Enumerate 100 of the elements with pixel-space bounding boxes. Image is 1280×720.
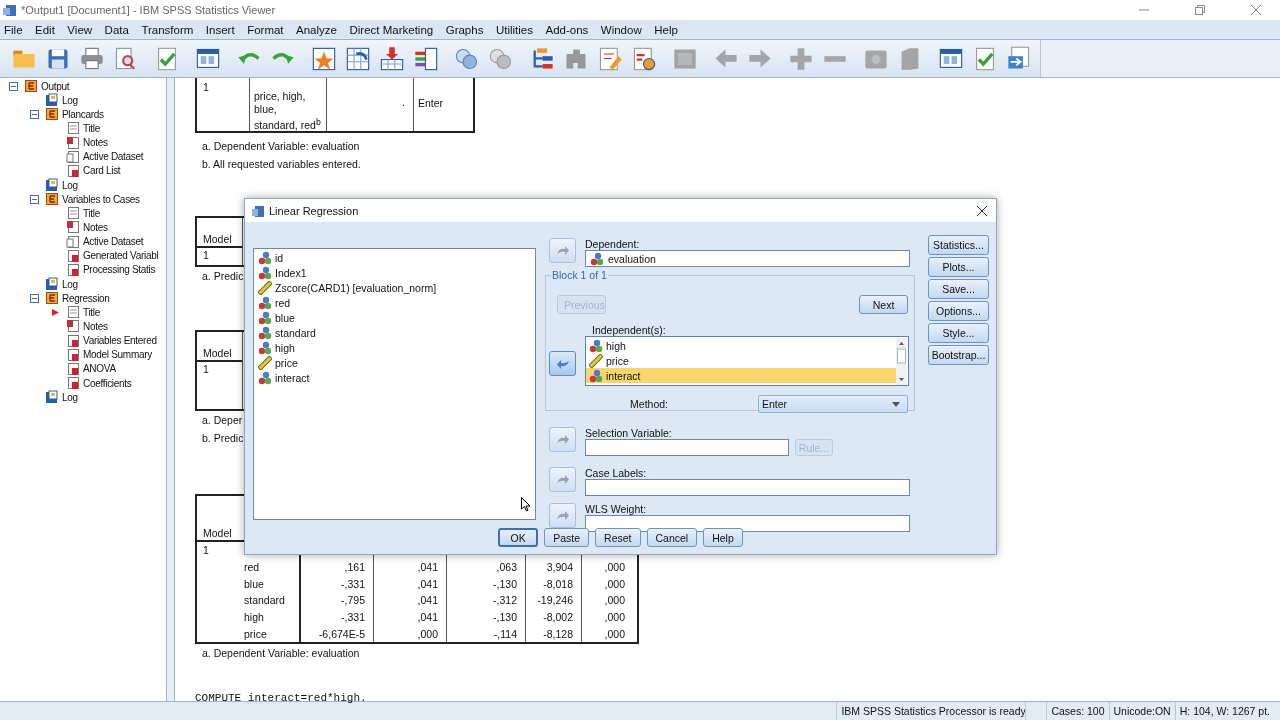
restore-icon[interactable]	[1195, 5, 1205, 15]
app-icon	[3, 3, 17, 17]
tree-item[interactable]: Processing Statis	[83, 264, 156, 276]
tree-item[interactable]: Output	[41, 80, 70, 92]
tree-item[interactable]: Title	[83, 207, 101, 219]
tree-item[interactable]: Generated Variabl	[83, 250, 159, 262]
tree-item[interactable]: Model Summary	[83, 349, 152, 361]
next-button[interactable]: Next	[859, 295, 908, 314]
download-icon[interactable]	[378, 44, 406, 73]
tree-item[interactable]: Notes	[83, 221, 108, 233]
tree-item[interactable]: Title	[83, 306, 101, 318]
menu-item[interactable]: Format	[247, 23, 284, 36]
balls-icon	[258, 310, 272, 325]
table-cell: -,795	[301, 592, 374, 609]
scrollbar[interactable]	[896, 338, 907, 385]
page-icon	[66, 319, 80, 334]
close-icon[interactable]	[977, 205, 987, 216]
tree-item[interactable]: Coefficients	[83, 377, 132, 389]
dialog-button[interactable]: Bootstrap...	[928, 345, 989, 365]
menu-item[interactable]: Analyze	[296, 23, 337, 36]
dialog-button[interactable]: Help	[703, 528, 743, 547]
variable-item[interactable]: price	[586, 353, 896, 368]
tree-item[interactable]: Regression	[62, 292, 110, 304]
field-label: Case Labels:	[585, 467, 648, 479]
variable-item[interactable]: high	[258, 340, 531, 355]
field-label: Method:	[629, 398, 668, 410]
menu-item[interactable]: Transform	[141, 23, 194, 36]
menu-item[interactable]: Edit	[35, 23, 55, 36]
collapse-icon[interactable]	[30, 109, 39, 119]
menu-item[interactable]: Direct Marketing	[349, 23, 434, 36]
dialog-button[interactable]: Reset	[595, 528, 641, 547]
table-cell: .	[326, 78, 414, 132]
balls-icon	[258, 295, 272, 310]
dialog-button[interactable]: Cancel	[646, 528, 698, 547]
variable-item[interactable]: interact	[586, 368, 896, 383]
move-button[interactable]	[549, 238, 576, 263]
tree-item[interactable]: Active Dataset	[83, 151, 144, 163]
move-button[interactable]	[549, 503, 576, 528]
variable-item[interactable]: high	[586, 338, 896, 353]
tree-item[interactable]: ANOVA	[83, 363, 116, 375]
selection-field[interactable]	[585, 439, 789, 456]
tree-item[interactable]: Card List	[83, 165, 121, 177]
move-button[interactable]	[549, 427, 576, 452]
method-dropdown[interactable]: Enter	[758, 395, 908, 413]
variable-item[interactable]: Zscore(CARD1) [evaluation_norm]	[258, 280, 531, 295]
collapse-icon[interactable]	[30, 194, 39, 204]
menu-item[interactable]: Help	[654, 23, 678, 36]
tree-item[interactable]: Active Dataset	[83, 236, 144, 248]
menu-item[interactable]: Add-ons	[545, 23, 589, 36]
dialog-button[interactable]: Statistics...	[928, 235, 989, 255]
menu-item[interactable]: View	[67, 23, 93, 36]
tree-item[interactable]: Log	[62, 179, 78, 191]
dialog-button[interactable]: Style...	[928, 323, 989, 343]
variable-item[interactable]: id	[258, 250, 531, 265]
variable-item[interactable]: Index1	[258, 265, 531, 280]
tree-item[interactable]: Notes	[83, 137, 108, 149]
tree-item[interactable]: Log	[62, 94, 78, 106]
page-icon	[66, 163, 80, 178]
dialog-button[interactable]: Plots...	[928, 257, 989, 277]
case-labels-field[interactable]	[585, 479, 910, 496]
balls-icon	[258, 250, 272, 265]
variable-item[interactable]: standard	[258, 325, 531, 340]
dialog-button[interactable]: Save...	[928, 279, 989, 299]
tree-item[interactable]: Plancards	[62, 108, 104, 120]
menu-item[interactable]: Insert	[205, 23, 235, 36]
pane-splitter[interactable]	[167, 78, 175, 701]
collapse-icon[interactable]	[30, 293, 39, 303]
table-cell: high	[244, 608, 301, 626]
dialog-title: Linear Regression	[269, 204, 359, 217]
move-button[interactable]	[549, 467, 576, 492]
book-icon	[45, 93, 59, 108]
dialog-button[interactable]: Options...	[928, 301, 989, 321]
tree-item[interactable]: Notes	[83, 320, 108, 332]
tree-item[interactable]: Log	[62, 278, 78, 290]
tree-item[interactable]: Title	[83, 123, 101, 134]
tree-item[interactable]: Log	[62, 391, 78, 403]
tree-item[interactable]: Variables to Cases	[62, 193, 140, 205]
dependent-field[interactable]: evaluation	[585, 250, 910, 267]
menu-item[interactable]: Utilities	[495, 23, 533, 36]
table-cell: ,041	[374, 558, 447, 576]
variable-item[interactable]: interact	[258, 370, 531, 385]
table-cell: standard	[244, 592, 301, 609]
page-icon	[66, 234, 80, 249]
variable-item[interactable]: blue	[258, 310, 531, 325]
table-cell: price	[244, 625, 301, 643]
dialog-button[interactable]: Paste	[544, 528, 590, 547]
dialog-button[interactable]: OK	[498, 528, 539, 547]
table-cell: ,041	[374, 592, 447, 609]
move-button[interactable]	[549, 351, 576, 376]
table-cell: -,130	[447, 608, 526, 626]
variable-item[interactable]: price	[258, 355, 531, 370]
menu-item[interactable]: Data	[104, 23, 129, 36]
variable-item[interactable]: red	[258, 295, 531, 310]
wls-weight-field[interactable]	[585, 515, 910, 532]
menu-item[interactable]: File	[4, 23, 23, 36]
status-message: IBM SPSS Statistics Processor is ready	[836, 702, 1026, 720]
menu-item[interactable]: Window	[600, 23, 642, 36]
tree-item[interactable]: Variables Entered	[83, 335, 157, 347]
menu-item[interactable]: Graphs	[445, 23, 484, 36]
collapse-icon[interactable]	[9, 81, 18, 91]
